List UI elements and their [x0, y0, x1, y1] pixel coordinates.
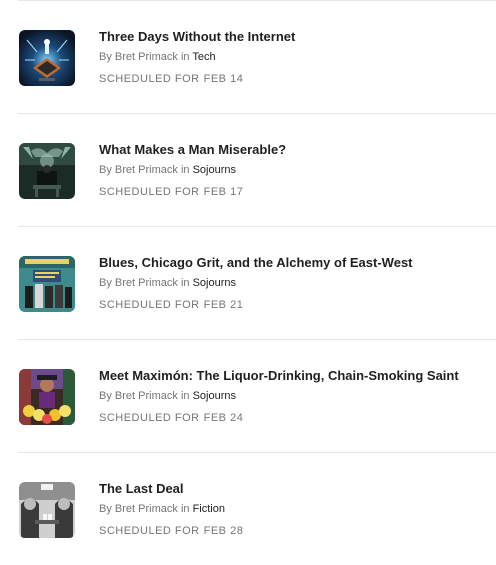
- byline-author: Bret Primack: [114, 503, 178, 515]
- post-schedule: SCHEDULED FOR FEB 17: [99, 185, 496, 199]
- card-players-thumbnail[interactable]: [19, 482, 75, 538]
- schedule-date: FEB 17: [203, 186, 244, 198]
- post-byline: By Bret Primack in Fiction: [99, 502, 496, 516]
- byline-author: Bret Primack: [114, 164, 178, 176]
- post-title[interactable]: Meet Maximón: The Liquor-Drinking, Chain…: [99, 367, 496, 384]
- post-section-link[interactable]: Tech: [192, 51, 215, 63]
- maximon-flowers-thumbnail[interactable]: [19, 369, 75, 425]
- byline-author: Bret Primack: [114, 51, 178, 63]
- post-byline: By Bret Primack in Tech: [99, 50, 496, 64]
- byline-prefix: By: [99, 277, 112, 289]
- post-section-link[interactable]: Fiction: [193, 503, 225, 515]
- schedule-prefix: SCHEDULED FOR: [99, 186, 200, 198]
- schedule-prefix: SCHEDULED FOR: [99, 299, 200, 311]
- post-title[interactable]: Blues, Chicago Grit, and the Alchemy of …: [99, 254, 496, 271]
- album-cover-thumbnail[interactable]: [19, 256, 75, 312]
- schedule-prefix: SCHEDULED FOR: [99, 73, 200, 85]
- scheduled-posts-list: Three Days Without the Internet By Bret …: [0, 1, 496, 565]
- post-title[interactable]: Three Days Without the Internet: [99, 28, 496, 45]
- byline-in: in: [180, 51, 190, 63]
- byline-in: in: [180, 277, 190, 289]
- byline-in: in: [180, 164, 190, 176]
- post-row[interactable]: Meet Maximón: The Liquor-Drinking, Chain…: [18, 340, 496, 453]
- byline-prefix: By: [99, 51, 112, 63]
- post-row[interactable]: What Makes a Man Miserable? By Bret Prim…: [18, 114, 496, 227]
- post-byline: By Bret Primack in Sojourns: [99, 389, 496, 403]
- post-row[interactable]: Three Days Without the Internet By Bret …: [18, 1, 496, 114]
- schedule-date: FEB 21: [203, 299, 244, 311]
- schedule-date: FEB 28: [203, 525, 244, 537]
- post-byline: By Bret Primack in Sojourns: [99, 276, 496, 290]
- post-row[interactable]: Blues, Chicago Grit, and the Alchemy of …: [18, 227, 496, 340]
- post-section-link[interactable]: Sojourns: [193, 164, 236, 176]
- schedule-prefix: SCHEDULED FOR: [99, 412, 200, 424]
- byline-in: in: [180, 503, 190, 515]
- post-title[interactable]: The Last Deal: [99, 480, 496, 497]
- post-schedule: SCHEDULED FOR FEB 21: [99, 298, 496, 312]
- post-schedule: SCHEDULED FOR FEB 28: [99, 524, 496, 538]
- post-section-link[interactable]: Sojourns: [193, 277, 236, 289]
- schedule-date: FEB 14: [203, 73, 244, 85]
- byline-prefix: By: [99, 503, 112, 515]
- schedule-date: FEB 24: [203, 412, 244, 424]
- schedule-prefix: SCHEDULED FOR: [99, 525, 200, 537]
- byline-author: Bret Primack: [114, 277, 178, 289]
- seated-man-thumbnail[interactable]: [19, 143, 75, 199]
- post-schedule: SCHEDULED FOR FEB 14: [99, 72, 496, 86]
- byline-in: in: [180, 390, 190, 402]
- post-row[interactable]: The Last Deal By Bret Primack in Fiction…: [18, 453, 496, 565]
- post-title[interactable]: What Makes a Man Miserable?: [99, 141, 496, 158]
- post-schedule: SCHEDULED FOR FEB 24: [99, 411, 496, 425]
- post-byline: By Bret Primack in Sojourns: [99, 163, 496, 177]
- tech-circuit-thumbnail[interactable]: [19, 30, 75, 86]
- byline-prefix: By: [99, 164, 112, 176]
- byline-author: Bret Primack: [114, 390, 178, 402]
- byline-prefix: By: [99, 390, 112, 402]
- post-section-link[interactable]: Sojourns: [193, 390, 236, 402]
